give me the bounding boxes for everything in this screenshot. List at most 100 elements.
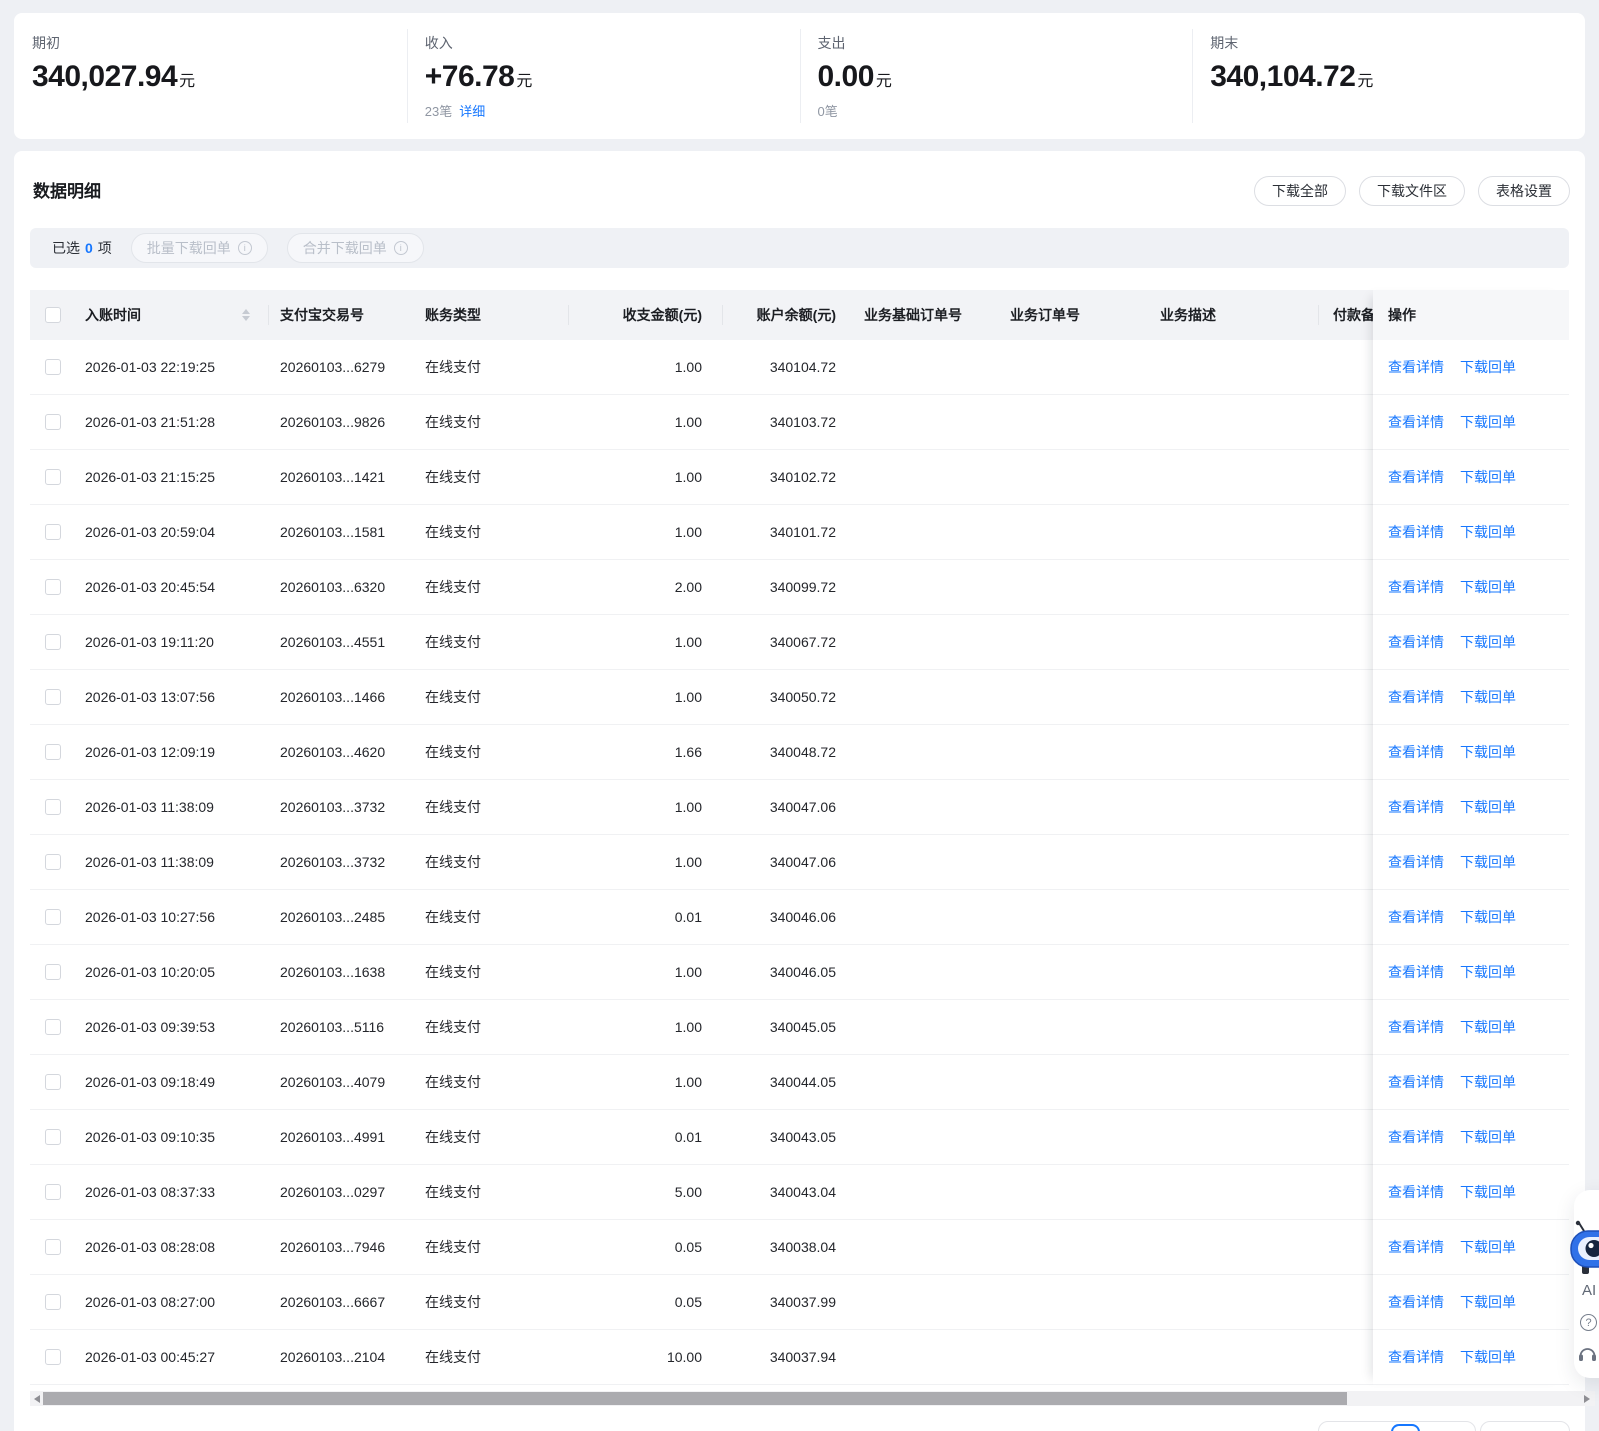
row-checkbox[interactable] [45,1239,61,1255]
view-detail-link[interactable]: 查看详情 [1388,1292,1444,1312]
download-receipt-link[interactable]: 下载回单 [1460,522,1516,542]
row-actions: 查看详情 下载回单 [1373,835,1569,890]
row-checkbox[interactable] [45,1349,61,1365]
download-receipt-link[interactable]: 下载回单 [1460,907,1516,927]
cell-balance: 340045.05 [702,1000,836,1054]
cell-type: 在线支付 [418,945,558,999]
batch-download-receipt-button[interactable]: 批量下载回单 [131,233,268,263]
scroll-left-arrow-icon[interactable] [34,1395,40,1403]
cell-biz-base [836,890,1000,944]
row-checkbox[interactable] [45,524,61,540]
cell-amount: 1.00 [558,945,702,999]
view-detail-link[interactable]: 查看详情 [1388,852,1444,872]
select-all-checkbox[interactable] [45,307,61,323]
download-all-button[interactable]: 下载全部 [1254,176,1346,206]
cell-biz-base [836,1000,1000,1054]
table-row: 2026-01-03 20:59:04 20260103...1581 在线支付… [30,505,1569,560]
view-detail-link[interactable]: 查看详情 [1388,687,1444,707]
row-checkbox[interactable] [45,634,61,650]
pagination-page-size[interactable] [1480,1421,1570,1431]
download-receipt-link[interactable]: 下载回单 [1460,1072,1516,1092]
row-checkbox[interactable] [45,964,61,980]
download-receipt-link[interactable]: 下载回单 [1460,577,1516,597]
view-detail-link[interactable]: 查看详情 [1388,1127,1444,1147]
download-receipt-link[interactable]: 下载回单 [1460,1182,1516,1202]
row-checkbox[interactable] [45,1129,61,1145]
view-detail-link[interactable]: 查看详情 [1388,577,1444,597]
download-receipt-link[interactable]: 下载回单 [1460,1017,1516,1037]
summary-amount: 0.00元 [818,60,1193,94]
row-checkbox[interactable] [45,1074,61,1090]
cell-biz-order [1000,1330,1150,1384]
cell-balance: 340043.04 [702,1165,836,1219]
pagination-current-page[interactable] [1391,1424,1420,1431]
download-receipt-link[interactable]: 下载回单 [1460,687,1516,707]
view-detail-link[interactable]: 查看详情 [1388,357,1444,377]
view-detail-link[interactable]: 查看详情 [1388,907,1444,927]
download-receipt-link[interactable]: 下载回单 [1460,742,1516,762]
cell-payment [1300,1110,1373,1164]
download-receipt-link[interactable]: 下载回单 [1460,1237,1516,1257]
ai-label[interactable]: AI [1582,1282,1596,1299]
cell-amount: 1.00 [558,505,702,559]
cell-biz-order [1000,340,1150,394]
download-receipt-link[interactable]: 下载回单 [1460,1127,1516,1147]
cell-txn: 20260103...3732 [268,835,418,889]
sort-icon[interactable] [242,309,250,321]
row-checkbox[interactable] [45,1184,61,1200]
row-checkbox[interactable] [45,359,61,375]
row-checkbox[interactable] [45,854,61,870]
cell-type: 在线支付 [418,1110,558,1164]
download-filezone-button[interactable]: 下载文件区 [1359,176,1465,206]
row-checkbox[interactable] [45,1294,61,1310]
download-receipt-link[interactable]: 下载回单 [1460,632,1516,652]
download-receipt-link[interactable]: 下载回单 [1460,797,1516,817]
row-checkbox[interactable] [45,414,61,430]
view-detail-link[interactable]: 查看详情 [1388,1347,1444,1367]
table-row: 2026-01-03 20:45:54 20260103...6320 在线支付… [30,560,1569,615]
view-detail-link[interactable]: 查看详情 [1388,1237,1444,1257]
download-receipt-link[interactable]: 下载回单 [1460,467,1516,487]
table-settings-button[interactable]: 表格设置 [1478,176,1570,206]
horizontal-scrollbar[interactable] [30,1391,1595,1406]
header-buttons: 下载全部 下载文件区 表格设置 [1254,176,1570,206]
view-detail-link[interactable]: 查看详情 [1388,1182,1444,1202]
download-receipt-link[interactable]: 下载回单 [1460,357,1516,377]
view-detail-link[interactable]: 查看详情 [1388,797,1444,817]
scrollbar-thumb[interactable] [43,1392,1347,1405]
download-receipt-link[interactable]: 下载回单 [1460,1292,1516,1312]
view-detail-link[interactable]: 查看详情 [1388,1072,1444,1092]
summary-amount: 340,027.94元 [32,60,407,94]
table-row: 2026-01-03 09:10:35 20260103...4991 在线支付… [30,1110,1569,1165]
row-checkbox[interactable] [45,744,61,760]
download-receipt-link[interactable]: 下载回单 [1460,962,1516,982]
cell-biz-order [1000,450,1150,504]
view-detail-link[interactable]: 查看详情 [1388,742,1444,762]
page-title: 数据明细 [33,177,101,202]
view-detail-link[interactable]: 查看详情 [1388,962,1444,982]
cell-payment [1300,1330,1373,1384]
view-detail-link[interactable]: 查看详情 [1388,632,1444,652]
headset-icon[interactable] [1577,1344,1598,1363]
download-receipt-link[interactable]: 下载回单 [1460,852,1516,872]
download-receipt-link[interactable]: 下载回单 [1460,412,1516,432]
row-checkbox[interactable] [45,909,61,925]
ai-robot-icon[interactable] [1568,1220,1599,1276]
help-icon[interactable] [1580,1314,1597,1331]
selection-text: 已选0项 [52,238,112,258]
income-detail-link[interactable]: 详细 [459,104,485,119]
view-detail-link[interactable]: 查看详情 [1388,467,1444,487]
download-receipt-link[interactable]: 下载回单 [1460,1347,1516,1367]
view-detail-link[interactable]: 查看详情 [1388,412,1444,432]
row-checkbox[interactable] [45,1019,61,1035]
row-checkbox[interactable] [45,689,61,705]
cell-type: 在线支付 [418,1275,558,1329]
view-detail-link[interactable]: 查看详情 [1388,1017,1444,1037]
cell-biz-base [836,725,1000,779]
view-detail-link[interactable]: 查看详情 [1388,522,1444,542]
row-checkbox[interactable] [45,579,61,595]
merge-download-receipt-button[interactable]: 合并下载回单 [287,233,424,263]
row-checkbox[interactable] [45,469,61,485]
scroll-right-arrow-icon[interactable] [1584,1395,1590,1403]
row-checkbox[interactable] [45,799,61,815]
